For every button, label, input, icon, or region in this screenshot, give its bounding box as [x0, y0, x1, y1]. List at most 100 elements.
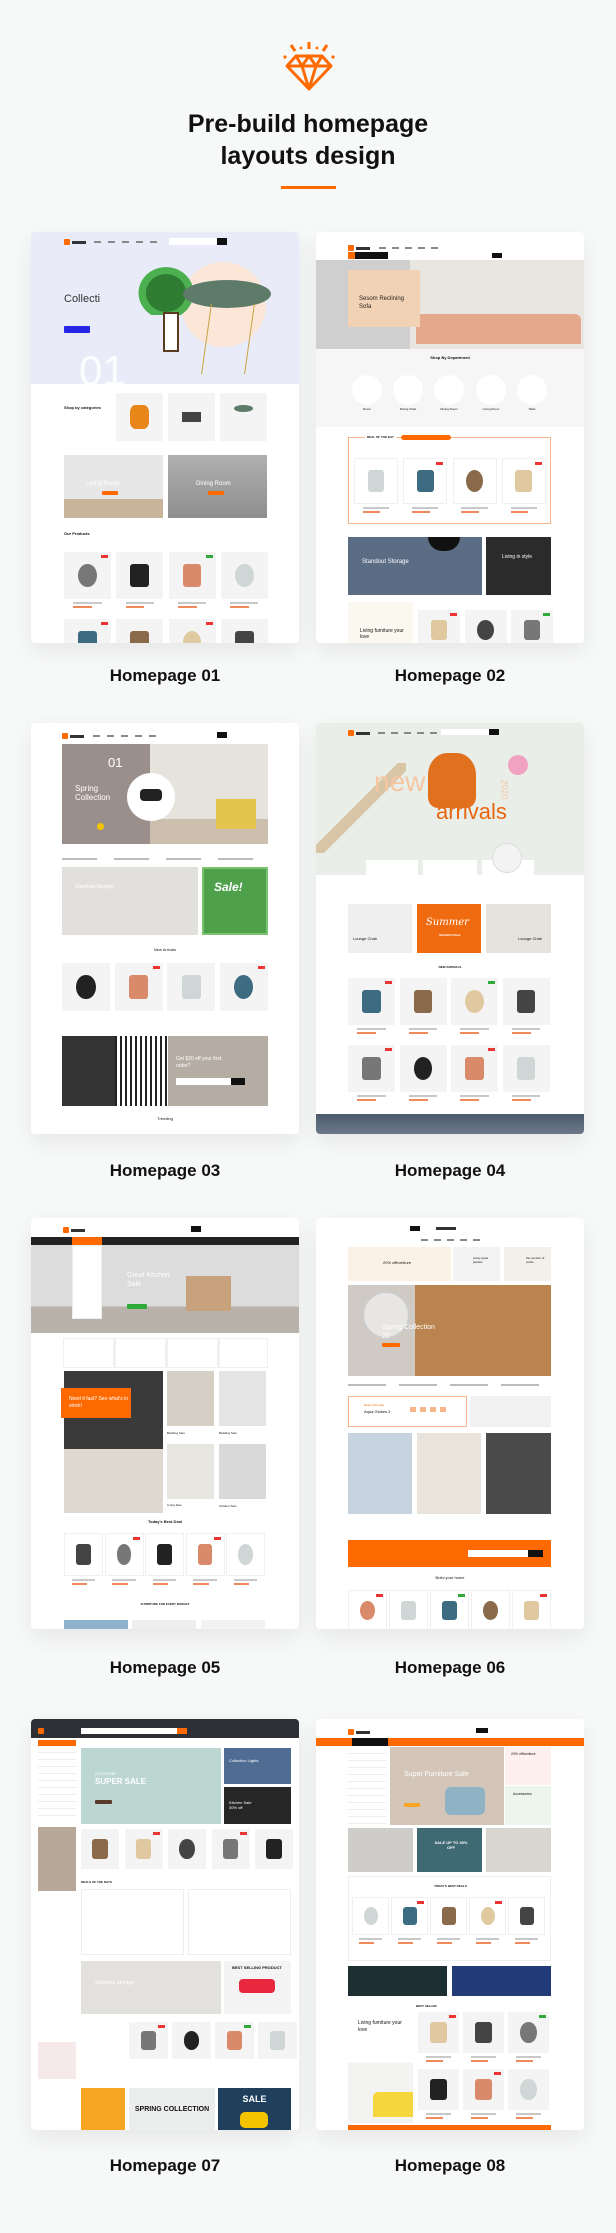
homepage-06-preview[interactable]: 20% offfurniture pretty great plantes th…: [316, 1218, 584, 1629]
sale-banner[interactable]: SALE: [218, 2088, 291, 2130]
product-card[interactable]: [430, 1590, 469, 1629]
search-button[interactable]: [217, 732, 227, 738]
promo-tile[interactable]: Accessories: [505, 1786, 551, 1825]
budget-tile[interactable]: [132, 1620, 196, 1629]
summer-sale-banner[interactable]: Summer SEASON SALE: [417, 904, 481, 953]
product-card[interactable]: [129, 2022, 168, 2059]
categories-button[interactable]: [348, 252, 388, 259]
product-card[interactable]: [464, 610, 507, 643]
homepage-02-preview[interactable]: Sesom Reclining Sofa Shop By Department …: [316, 232, 584, 643]
product-card[interactable]: [226, 1533, 265, 1576]
room-tile[interactable]: [417, 1433, 481, 1514]
product-card[interactable]: [469, 1897, 506, 1935]
product-card[interactable]: [220, 552, 268, 599]
product-card[interactable]: [124, 1829, 163, 1869]
standout-storage-banner[interactable]: Standout Storage: [62, 867, 198, 935]
search-button[interactable]: [492, 253, 502, 258]
department-living-room[interactable]: [476, 375, 506, 405]
search-input[interactable]: [169, 238, 219, 245]
product-card[interactable]: [471, 1590, 510, 1629]
standout-storage-banner[interactable]: Standout Storage: [81, 1961, 221, 2014]
promo-tile[interactable]: [81, 2088, 125, 2130]
question-banner[interactable]: [452, 1966, 551, 1996]
categories-button[interactable]: [72, 1237, 102, 1245]
category-tile[interactable]: [168, 393, 215, 441]
product-card[interactable]: [168, 1829, 206, 1869]
product-card[interactable]: [255, 1829, 293, 1869]
search-button[interactable]: [217, 238, 227, 245]
homepage-07-preview[interactable]: OUTDOOR SUPER SALE Collection Lights Kit…: [31, 1719, 299, 2130]
tile-bedding-sets[interactable]: [219, 1371, 266, 1426]
shop-now-button[interactable]: [404, 1803, 420, 1807]
shop-now-button[interactable]: [64, 326, 90, 333]
product-card[interactable]: [508, 2012, 549, 2053]
promo-tile[interactable]: the comfort of socks: [504, 1247, 551, 1281]
category-tile[interactable]: [220, 393, 267, 441]
lounge-chair-banner[interactable]: Lounge Chair: [486, 904, 551, 953]
subscribe-button[interactable]: [231, 1078, 245, 1085]
product-card[interactable]: [399, 1045, 447, 1092]
room-tile[interactable]: [348, 1433, 412, 1514]
product-card[interactable]: [219, 963, 268, 1011]
product-card[interactable]: [64, 1533, 103, 1576]
product-card[interactable]: [145, 1533, 184, 1576]
product-card[interactable]: [116, 552, 164, 599]
product-card[interactable]: [508, 2069, 549, 2110]
product-card[interactable]: [502, 1045, 550, 1092]
product-card[interactable]: [172, 2022, 211, 2059]
product-card[interactable]: [114, 963, 163, 1011]
product-card[interactable]: [352, 1897, 389, 1935]
product-card[interactable]: [167, 963, 216, 1011]
product-card[interactable]: [418, 2012, 459, 2053]
product-card[interactable]: [389, 1590, 428, 1629]
promo-tile[interactable]: pretty great plantes: [453, 1247, 500, 1281]
product-card[interactable]: [418, 610, 460, 643]
nav-menu[interactable]: [379, 247, 444, 249]
product-card[interactable]: [348, 978, 395, 1025]
search-button[interactable]: [489, 729, 499, 735]
sale-banner[interactable]: Sale!: [202, 867, 268, 935]
product-card[interactable]: [168, 552, 216, 599]
budget-tile[interactable]: [64, 1620, 128, 1629]
email-input[interactable]: [176, 1078, 231, 1085]
living-in-style-banner[interactable]: Living in style: [486, 537, 551, 595]
product-card[interactable]: [211, 1829, 250, 1869]
deal-card[interactable]: [81, 1889, 184, 1955]
homepage-05-preview[interactable]: Great Kitchen Sale Need it fast? See wha…: [31, 1218, 299, 1629]
product-card[interactable]: [451, 978, 498, 1025]
nav-menu[interactable]: [94, 241, 164, 243]
product-card[interactable]: [258, 2022, 297, 2059]
product-card[interactable]: [463, 2069, 504, 2110]
product-card[interactable]: [168, 619, 216, 643]
furniture-sale-banner[interactable]: [486, 1828, 551, 1872]
department-dining-room[interactable]: [434, 375, 464, 405]
free-delivery-banner[interactable]: [348, 1966, 447, 1996]
product-card[interactable]: [391, 1897, 428, 1935]
sale-banner[interactable]: SALE UP TO 30% OFF: [417, 1828, 482, 1872]
standout-storage-banner[interactable]: Standout Storage: [348, 537, 482, 595]
category-sidebar[interactable]: [348, 1747, 386, 1825]
best-selling-banner[interactable]: BEST SELLING PRODUCT: [224, 1961, 291, 2014]
tile-bedding-sets[interactable]: [167, 1371, 214, 1426]
search-input[interactable]: [81, 1728, 186, 1734]
product-card[interactable]: [511, 610, 553, 643]
product-card[interactable]: [185, 1533, 225, 1576]
product-card[interactable]: [81, 1829, 119, 1869]
product-card[interactable]: [62, 963, 110, 1011]
lounge-chair-banner[interactable]: Lounge Chair: [348, 904, 412, 953]
department-decor[interactable]: [352, 375, 382, 405]
collection-lights-banner[interactable]: Collection Lights: [224, 1748, 291, 1784]
spring-collection-banner[interactable]: SPRING COLLECTION: [129, 2088, 215, 2130]
product-card[interactable]: [501, 458, 546, 504]
category-tile[interactable]: [116, 393, 163, 441]
product-card[interactable]: [418, 2069, 459, 2110]
department-table[interactable]: [517, 375, 547, 405]
search-button[interactable]: [476, 1728, 488, 1733]
deal-card[interactable]: [188, 1889, 291, 1955]
shop-now-button[interactable]: [382, 1343, 400, 1347]
product-card[interactable]: [451, 1045, 498, 1092]
nav-menu[interactable]: [378, 732, 440, 734]
nav-menu[interactable]: [421, 1239, 481, 1241]
product-card[interactable]: [508, 1897, 545, 1935]
promo-tile[interactable]: 20% offfurniture: [348, 1247, 451, 1281]
